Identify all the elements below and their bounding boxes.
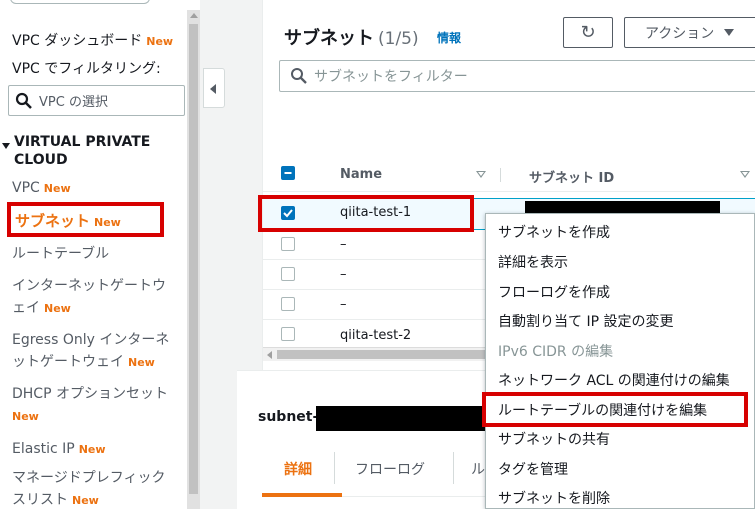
new-badge: New — [146, 35, 174, 48]
sidebar-item-label: Elastic IP — [12, 441, 75, 457]
scroll-up-icon[interactable] — [190, 13, 198, 18]
new-badge: New — [128, 356, 155, 369]
annotation-highlight-menu-item — [482, 392, 748, 427]
actions-button[interactable]: アクション — [624, 17, 755, 48]
tab-route-table[interactable]: ル — [471, 459, 485, 479]
vpc-select[interactable]: VPC の選択 — [8, 85, 185, 116]
tab-divider — [453, 452, 454, 484]
annotation-highlight-row — [258, 195, 474, 232]
actions-label: アクション — [645, 25, 715, 42]
menu-item-delete-subnet[interactable]: サブネットを削除 — [498, 488, 610, 508]
row-checkbox[interactable] — [281, 297, 295, 311]
tab-flow-logs[interactable]: フローログ — [355, 459, 425, 479]
sidebar-item-label: VPC — [12, 180, 40, 196]
menu-item-edit-ipv6-cidr: IPv6 CIDR の編集 — [498, 344, 614, 360]
caret-down-icon[interactable] — [2, 143, 10, 149]
subnet-id-heading: subnet- — [258, 409, 319, 425]
selection-count: (1/5) — [378, 29, 419, 49]
select-all-checkbox[interactable] — [281, 166, 295, 180]
column-divider — [500, 168, 501, 182]
page-title-text: サブネット — [284, 28, 374, 49]
sidebar-item-elastic-ip[interactable]: Elastic IP New — [12, 438, 106, 461]
sort-icon[interactable] — [740, 171, 750, 178]
sidebar-item-egress-only-gateways[interactable]: Egress Only インターネ ットゲートウェイ New — [12, 329, 169, 374]
menu-item-share-subnet[interactable]: サブネットの共有 — [498, 429, 610, 449]
table-header — [263, 152, 755, 192]
sidebar-item-subnets[interactable]: サブネット New — [7, 202, 164, 237]
sidebar-item-label: Egress Only インターネ — [12, 332, 170, 348]
row-name: qiita-test-2 — [340, 328, 412, 343]
new-badge: New — [72, 494, 99, 507]
sidebar-item-label: インターネットゲートウ — [12, 278, 166, 294]
menu-item-view-details[interactable]: 詳細を表示 — [498, 252, 568, 272]
menu-item-manage-tags[interactable]: タグを管理 — [498, 459, 568, 479]
collapse-sidebar-button[interactable] — [203, 68, 225, 108]
row-checkbox[interactable] — [281, 267, 295, 281]
sidebar-item-route-tables[interactable]: ルートテーブル — [12, 243, 109, 265]
row-name: – — [340, 267, 347, 282]
sidebar-item-label: VPC ダッシュボード — [12, 33, 143, 49]
tab-divider — [334, 452, 335, 484]
column-header-name[interactable]: Name — [340, 167, 382, 182]
aws-vpc-console: VPC ダッシュボード New VPC でフィルタリング: VPC の選択 VIR… — [0, 0, 755, 509]
chevron-left-icon — [210, 84, 216, 94]
sidebar-top-edge — [10, 0, 150, 4]
vpc-filter-label: VPC でフィルタリング: — [12, 61, 161, 77]
subnet-filter-input[interactable]: サブネットをフィルター — [279, 60, 755, 92]
new-badge: New — [94, 216, 121, 229]
sidebar-item-dhcp-options[interactable]: DHCP オプションセット New — [12, 383, 168, 428]
section-title-vpc[interactable]: VIRTUAL PRIVATE CLOUD — [14, 133, 150, 169]
tab-details[interactable]: 詳細 — [284, 459, 312, 479]
sidebar-item-label: ェイ — [12, 300, 40, 316]
sidebar-item-label: ットゲートウェイ — [12, 354, 124, 370]
sidebar: VPC ダッシュボード New VPC でフィルタリング: VPC の選択 VIR… — [0, 0, 200, 509]
section-title-line: VIRTUAL PRIVATE — [14, 134, 151, 150]
new-badge: New — [44, 302, 71, 315]
scrollbar-thumb[interactable] — [277, 350, 491, 359]
section-title-line: CLOUD — [14, 152, 68, 168]
sidebar-item-label: DHCP オプションセット — [12, 386, 168, 402]
row-checkbox[interactable] — [281, 237, 295, 251]
scroll-left-icon[interactable] — [267, 351, 272, 359]
caret-down-icon — [724, 29, 735, 36]
sort-icon[interactable] — [476, 171, 486, 178]
new-badge: New — [43, 182, 71, 195]
search-icon — [15, 92, 33, 110]
row-name: – — [340, 237, 347, 252]
new-badge: New — [78, 443, 106, 456]
menu-item-create-subnet[interactable]: サブネットを作成 — [498, 222, 610, 242]
new-badge: New — [12, 410, 39, 423]
redacted-subnet-id — [316, 406, 491, 431]
sidebar-item-vpc-dashboard[interactable]: VPC ダッシュボード New — [12, 30, 173, 50]
menu-item-modify-auto-assign-ip[interactable]: 自動割り当て IP 設定の変更 — [498, 311, 673, 331]
sidebar-item-vpc[interactable]: VPC New — [12, 177, 71, 200]
row-name: – — [340, 297, 347, 312]
sidebar-item-label: サブネット — [15, 212, 91, 230]
sidebar-item-label: ルートテーブル — [12, 246, 110, 262]
filter-placeholder: サブネットをフィルター — [314, 69, 468, 85]
active-tab-indicator — [262, 493, 342, 497]
column-header-subnet-id[interactable]: サブネット ID — [529, 167, 614, 186]
sidebar-item-managed-prefix-lists[interactable]: マネージドプレフィック スリスト New — [12, 467, 165, 509]
sidebar-item-label: スリスト — [12, 492, 68, 508]
info-link[interactable]: 情報 — [437, 29, 461, 46]
row-checkbox[interactable] — [281, 327, 295, 341]
sidebar-scrollbar-thumb[interactable] — [189, 24, 198, 494]
page-title: サブネット (1/5) — [284, 24, 419, 50]
search-icon — [290, 67, 308, 85]
sidebar-item-label: マネージドプレフィック — [12, 470, 166, 486]
refresh-icon: ↻ — [580, 22, 596, 43]
menu-item-edit-network-acl[interactable]: ネットワーク ACL の関連付けの編集 — [498, 370, 730, 390]
refresh-button[interactable]: ↻ — [563, 17, 613, 48]
vpc-select-placeholder: VPC の選択 — [39, 95, 108, 110]
menu-item-create-flow-log[interactable]: フローログを作成 — [498, 282, 610, 302]
sidebar-item-internet-gateways[interactable]: インターネットゲートウ ェイ New — [12, 275, 166, 320]
table-horizontal-scrollbar[interactable] — [263, 347, 493, 361]
